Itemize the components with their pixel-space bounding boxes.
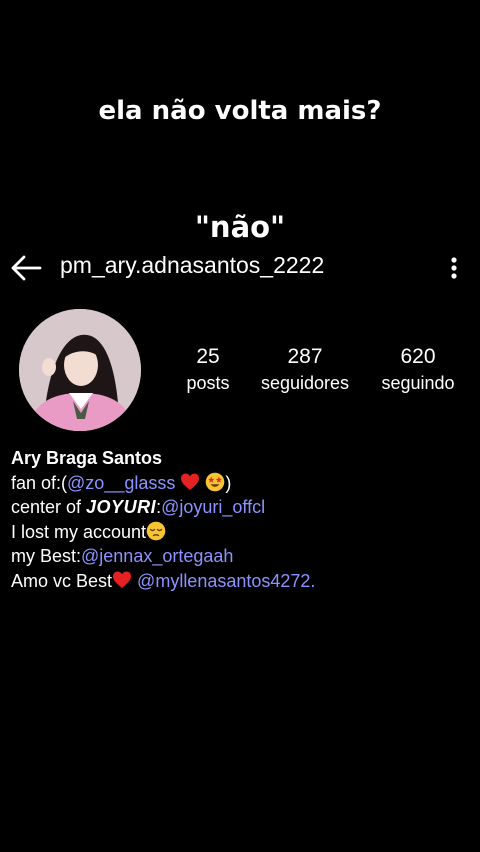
star-struck-face-icon — [206, 472, 225, 491]
bio-cut-off-line — [11, 595, 471, 601]
caption-question: ela não volta mais? — [98, 96, 382, 126]
bio-best-prefix: my Best: — [11, 546, 82, 566]
bio-line-amo: Amo vc Best @myllenasantos4272. — [11, 569, 471, 594]
bio-line-best: my Best:@jennax_ortegaah — [11, 544, 471, 569]
more-vertical-icon[interactable] — [444, 252, 464, 284]
bio-line-center: center of JOYURI:@joyuri_offcl — [11, 495, 471, 520]
bio-lost-text: I lost my account — [11, 521, 147, 542]
posts-label: posts — [186, 373, 230, 393]
bio-fan-prefix: fan of:( — [11, 472, 68, 493]
mention-zo-glasss[interactable]: @zo__glasss — [67, 473, 175, 493]
red-heart-icon — [113, 571, 132, 588]
bio-center-brand: JOYURI — [86, 497, 157, 517]
following-count: 620 — [400, 345, 436, 368]
pensive-face-icon — [146, 521, 166, 540]
bio-line-fan: fan of:(@zo__glasss ) — [11, 471, 471, 496]
profile-bio: Ary Braga Santos fan of:(@zo__glasss ) c… — [11, 446, 471, 601]
stat-followers[interactable]: 287 seguidores — [250, 344, 360, 396]
arrow-left-icon[interactable] — [8, 252, 44, 284]
mention-myllenasantos4272[interactable]: @myllenasantos4272 — [137, 571, 310, 591]
posts-count: 25 — [196, 345, 220, 368]
bio-center-prefix: center of — [11, 497, 87, 517]
mention-jennax-ortegaah[interactable]: @jennax_ortegaah — [81, 546, 233, 566]
stat-posts[interactable]: 25 posts — [178, 344, 238, 396]
caption-answer: "não" — [194, 210, 286, 244]
bio-amo-prefix: Amo vc Best — [11, 570, 113, 591]
avatar[interactable] — [19, 309, 141, 431]
profile-name: Ary Braga Santos — [11, 448, 163, 468]
avatar-photo — [19, 309, 141, 431]
bio-fan-suffix: ) — [225, 472, 232, 493]
profile-header: pm_ary.adnasantos_2222 — [0, 248, 480, 288]
bio-amo-suffix: . — [310, 570, 316, 591]
followers-label: seguidores — [260, 373, 350, 393]
profile-username: pm_ary.adnasantos_2222 — [60, 252, 325, 278]
following-label: seguindo — [381, 373, 455, 393]
bio-line-lost: I lost my account — [11, 520, 471, 545]
mention-joyuri-offcl[interactable]: @joyuri_offcl — [161, 497, 265, 517]
stat-following[interactable]: 620 seguindo — [372, 344, 464, 396]
red-heart-icon — [181, 473, 200, 490]
followers-count: 287 — [287, 345, 323, 368]
